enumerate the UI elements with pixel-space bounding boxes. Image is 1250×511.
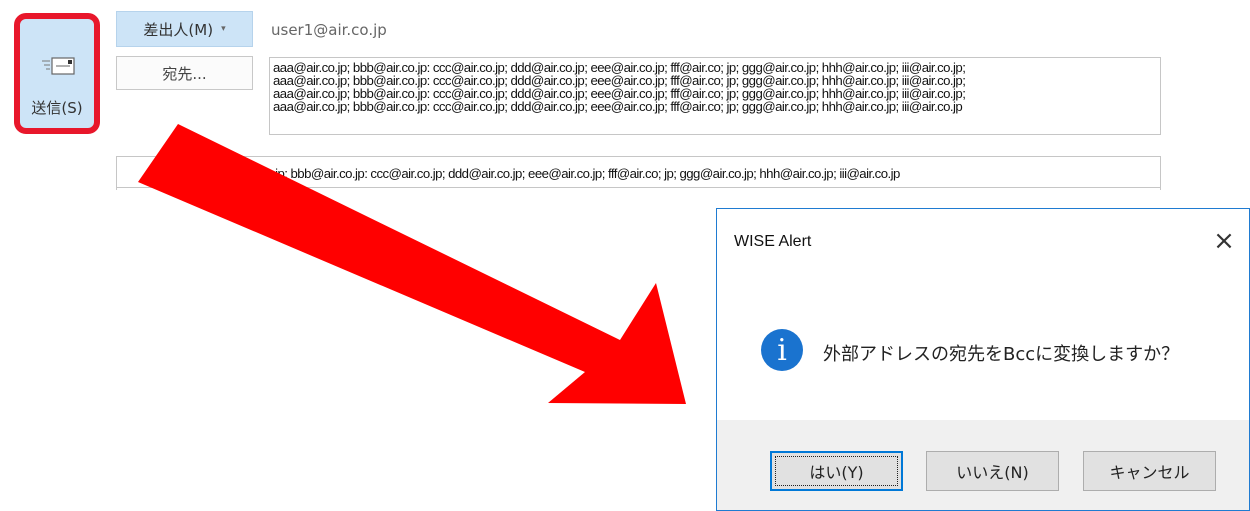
wise-alert-dialog: WISE Alert × i 外部アドレスの宛先をBccに変換しますか？ はい(… <box>716 208 1250 511</box>
yes-button[interactable]: はい(Y) <box>770 451 903 491</box>
cancel-button[interactable]: キャンセル <box>1083 451 1216 491</box>
focus-ring <box>775 456 898 486</box>
dialog-title: WISE Alert <box>734 233 812 250</box>
cancel-label: キャンセル <box>1109 463 1190 482</box>
close-icon[interactable]: × <box>1209 226 1239 256</box>
dialog-footer: はい(Y) いいえ(N) キャンセル <box>717 420 1249 510</box>
no-label: いいえ(N) <box>956 463 1029 482</box>
info-icon: i <box>761 329 803 371</box>
info-icon-glyph: i <box>777 333 787 368</box>
dialog-message: 外部アドレスの宛先をBccに変換しますか？ <box>823 344 1180 365</box>
no-button[interactable]: いいえ(N) <box>926 451 1059 491</box>
